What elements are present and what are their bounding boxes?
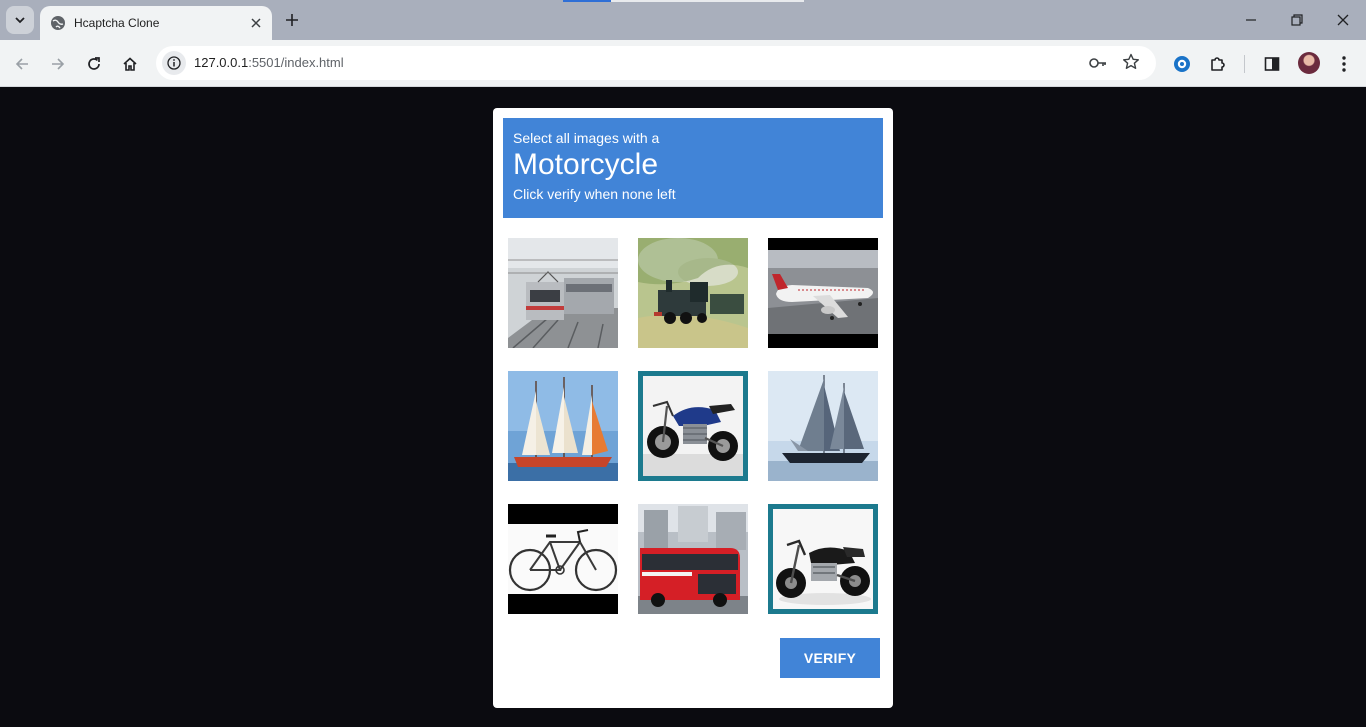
key-icon[interactable] bbox=[1088, 54, 1108, 72]
tab-strip-highlight bbox=[563, 0, 611, 2]
minimize-icon bbox=[1246, 19, 1256, 21]
reload-button[interactable] bbox=[80, 50, 108, 78]
forward-button[interactable] bbox=[44, 50, 72, 78]
tab-search-button[interactable] bbox=[6, 6, 34, 34]
motorcycle-image bbox=[773, 509, 873, 609]
browser-toolbar: 127.0.0.1:5501/index.html bbox=[0, 40, 1366, 87]
motorcycle-image bbox=[643, 376, 743, 476]
close-tab-button[interactable] bbox=[246, 13, 266, 33]
bicycle-image bbox=[508, 504, 618, 614]
image-tile-sailing-ship[interactable] bbox=[768, 371, 878, 481]
close-icon bbox=[1337, 14, 1349, 26]
close-icon bbox=[251, 18, 261, 28]
sailing-ship-image bbox=[508, 371, 618, 481]
image-tile-sailing-ship[interactable] bbox=[508, 371, 618, 481]
more-vertical-icon bbox=[1342, 56, 1346, 72]
chevron-down-icon bbox=[15, 17, 25, 24]
image-tile-airplane[interactable] bbox=[768, 238, 878, 348]
extension-app-icon bbox=[1174, 56, 1190, 72]
info-icon bbox=[167, 56, 181, 70]
home-button[interactable] bbox=[116, 50, 144, 78]
image-tile-bicycle[interactable] bbox=[508, 504, 618, 614]
restore-button[interactable] bbox=[1274, 6, 1320, 34]
arrow-left-icon bbox=[15, 58, 28, 70]
red-bus-image bbox=[638, 504, 748, 614]
bookmark-star-icon[interactable] bbox=[1122, 53, 1140, 71]
browser-tab[interactable]: Hcaptcha Clone bbox=[40, 6, 272, 40]
captcha-card: Select all images with a Motorcycle Clic… bbox=[493, 108, 893, 708]
minimize-button[interactable] bbox=[1228, 6, 1274, 34]
captcha-target: Motorcycle bbox=[513, 148, 659, 181]
image-tile-motorcycle[interactable] bbox=[768, 504, 878, 614]
puzzle-icon bbox=[1211, 57, 1225, 71]
tab-strip: Hcaptcha Clone bbox=[0, 0, 1366, 40]
globe-icon bbox=[51, 16, 65, 30]
url-text: 127.0.0.1:5501/index.html bbox=[194, 55, 344, 70]
extension-button[interactable] bbox=[1168, 50, 1196, 78]
side-panel-button[interactable] bbox=[1258, 50, 1286, 78]
electric-train-image bbox=[508, 238, 618, 348]
new-tab-button[interactable] bbox=[280, 8, 304, 32]
back-button[interactable] bbox=[8, 50, 36, 78]
extensions-menu-button[interactable] bbox=[1204, 50, 1232, 78]
captcha-header: Select all images with a Motorcycle Clic… bbox=[503, 118, 883, 218]
url-path: :5501/index.html bbox=[248, 55, 344, 70]
close-window-button[interactable] bbox=[1320, 6, 1366, 34]
tab-strip-line bbox=[611, 0, 804, 2]
restore-icon bbox=[1291, 14, 1303, 26]
steam-train-image bbox=[638, 238, 748, 348]
toolbar-separator bbox=[1244, 55, 1245, 73]
arrow-right-icon bbox=[52, 58, 65, 70]
reload-icon bbox=[88, 57, 100, 70]
captcha-instruction: Select all images with a bbox=[513, 130, 660, 146]
url-host: 127.0.0.1 bbox=[194, 55, 249, 70]
profile-avatar[interactable] bbox=[1298, 52, 1320, 74]
image-tile-steam-train[interactable] bbox=[638, 238, 748, 348]
verify-button[interactable]: VERIFY bbox=[780, 638, 880, 678]
address-bar[interactable]: 127.0.0.1:5501/index.html bbox=[156, 46, 1156, 80]
image-tile-electric-train[interactable] bbox=[508, 238, 618, 348]
image-tile-red-bus[interactable] bbox=[638, 504, 748, 614]
tab-title: Hcaptcha Clone bbox=[74, 16, 160, 30]
image-tile-motorcycle[interactable] bbox=[638, 371, 748, 481]
airplane-image bbox=[768, 238, 878, 348]
site-info-button[interactable] bbox=[162, 51, 186, 75]
home-icon bbox=[123, 57, 137, 71]
plus-icon bbox=[286, 14, 298, 26]
sailing-ship-image bbox=[768, 371, 878, 481]
captcha-subtext: Click verify when none left bbox=[513, 186, 676, 202]
side-panel-icon bbox=[1264, 57, 1280, 71]
browser-menu-button[interactable] bbox=[1330, 50, 1358, 78]
